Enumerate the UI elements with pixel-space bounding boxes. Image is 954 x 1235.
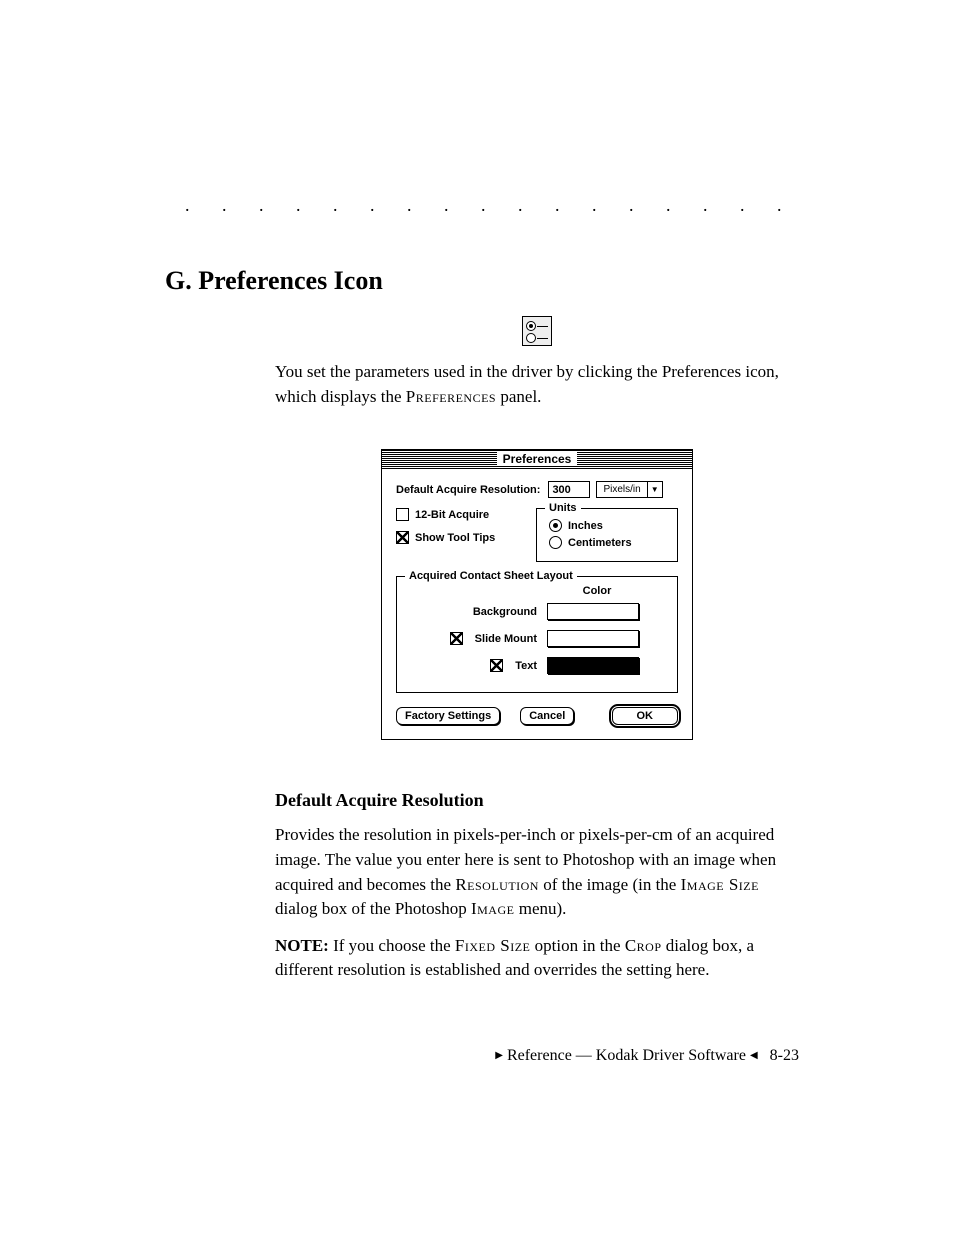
ok-button[interactable]: OK <box>612 707 679 725</box>
background-label: Background <box>473 606 537 618</box>
resolution-label: Default Acquire Resolution: <box>396 484 540 496</box>
slidemount-label: Slide Mount <box>475 633 537 645</box>
contact-sheet-group: Acquired Contact Sheet Layout Color Back… <box>396 576 678 693</box>
preferences-icon <box>522 316 552 346</box>
chevron-down-icon: ▼ <box>647 482 662 497</box>
units-group: Units Inches Centimeters <box>536 508 678 562</box>
slidemount-color-swatch[interactable] <box>547 630 639 647</box>
preferences-dialog: Preferences Default Acquire Resolution: … <box>381 449 693 740</box>
background-color-swatch[interactable] <box>547 603 639 620</box>
checkbox-12bit[interactable] <box>396 508 409 521</box>
color-column-header: Color <box>527 585 667 597</box>
factory-settings-button[interactable]: Factory Settings <box>396 707 500 725</box>
triangle-right-icon: ▶ <box>495 1050 503 1061</box>
resolution-units-dropdown[interactable]: Pixels/in ▼ <box>596 481 662 498</box>
checkbox-tooltips-label: Show Tool Tips <box>415 532 495 544</box>
dialog-title: Preferences <box>497 452 578 466</box>
checkbox-12bit-label: 12-Bit Acquire <box>415 509 489 521</box>
note-paragraph: NOTE: If you choose the Fixed Size optio… <box>275 934 799 983</box>
radio-inches-label: Inches <box>568 520 603 532</box>
text-color-swatch[interactable] <box>547 657 639 674</box>
radio-centimeters[interactable] <box>549 536 562 549</box>
decorative-dots: . . . . . . . . . . . . . . . . . . . . … <box>185 195 799 216</box>
units-group-title: Units <box>545 502 581 514</box>
footer-text: Reference — Kodak Driver Software <box>507 1047 746 1064</box>
dialog-titlebar: Preferences <box>382 450 692 469</box>
checkbox-slidemount[interactable] <box>450 632 463 645</box>
triangle-left-icon: ◀ <box>750 1050 758 1061</box>
radio-inches[interactable] <box>549 519 562 532</box>
text-label: Text <box>515 660 537 672</box>
body-paragraph-1: Provides the resolution in pixels-per-in… <box>275 823 799 922</box>
page-number: 8-23 <box>770 1047 799 1064</box>
subsection-heading: Default Acquire Resolution <box>275 790 799 811</box>
contact-group-title: Acquired Contact Sheet Layout <box>405 570 577 582</box>
intro-paragraph: You set the parameters used in the drive… <box>275 360 799 409</box>
dropdown-selected: Pixels/in <box>597 484 646 495</box>
checkbox-text[interactable] <box>490 659 503 672</box>
cancel-button[interactable]: Cancel <box>520 707 574 725</box>
section-heading: G. Preferences Icon <box>165 266 799 296</box>
resolution-input[interactable] <box>548 481 590 498</box>
checkbox-tooltips[interactable] <box>396 531 409 544</box>
radio-centimeters-label: Centimeters <box>568 537 632 549</box>
page-footer: ▶ Reference — Kodak Driver Software ◀ 8-… <box>495 1047 799 1065</box>
